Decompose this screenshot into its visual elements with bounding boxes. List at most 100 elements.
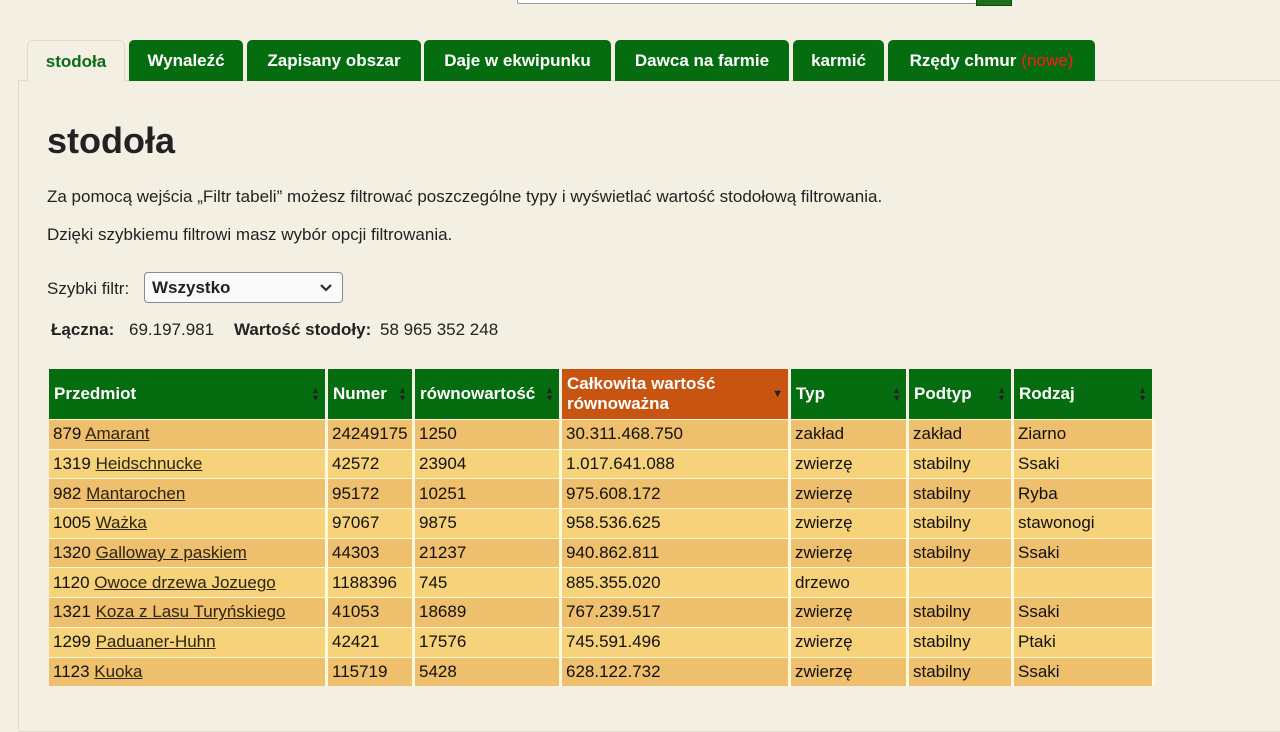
- cell-calkowita: 745.591.496: [562, 626, 791, 657]
- cell-podtyp: stabilny: [909, 656, 1014, 687]
- cell-typ: zakład: [791, 419, 909, 449]
- cell-numer: 41053: [328, 597, 415, 627]
- header-calkowita-wartosc[interactable]: Całkowita wartość równoważna ▼: [562, 369, 791, 419]
- cell-calkowita: 958.536.625: [562, 508, 791, 538]
- cell-numer: 1188396: [328, 567, 415, 598]
- header-rownowartosc[interactable]: równowartość ▲ ▼: [415, 369, 562, 419]
- table-row: 1123 Kuoka 115719 5428 628.122.732 zwierzę st…: [49, 656, 1155, 687]
- tab-stodola[interactable]: stodoła: [27, 40, 125, 82]
- item-id: 1005: [53, 513, 91, 533]
- cell-przedmiot: 982 Mantarochen: [49, 478, 328, 509]
- item-id: 879: [53, 424, 82, 444]
- cell-typ: zwierzę: [791, 508, 909, 538]
- item-link[interactable]: Koza z Lasu Turyńskiego: [96, 602, 286, 621]
- table-row: 1299 Paduaner-Huhn 42421 17576 745.591.496 z…: [49, 626, 1155, 657]
- sort-icon: ▲ ▼: [997, 385, 1006, 403]
- tab-label: Rzędy chmur: [909, 50, 1017, 70]
- cell-calkowita: 1.017.641.088: [562, 448, 791, 479]
- item-id: 1120: [53, 572, 90, 592]
- quick-filter-select[interactable]: Wszystko: [144, 272, 343, 303]
- cell-typ: zwierzę: [791, 656, 909, 687]
- cell-przedmiot: 879 Amarant: [49, 419, 328, 449]
- table-header-row: Przedmiot ▲ ▼ Numer ▲ ▼ równowartość ▲ ▼ Całko…: [49, 369, 1155, 419]
- sort-icon: ▲ ▼: [398, 385, 407, 403]
- table-row: 1321 Koza z Lasu Turyńskiego 41053 18689 76…: [49, 597, 1155, 627]
- quick-filter-value: Wszystko: [152, 277, 231, 297]
- cell-rodzaj: Ptaki: [1014, 626, 1155, 657]
- tab-rzedy-chmur[interactable]: Rzędy chmur (nowe): [888, 40, 1095, 81]
- header-typ[interactable]: Typ ▲ ▼: [791, 369, 909, 419]
- cell-rownowartosc: 1250: [415, 419, 562, 449]
- cell-przedmiot: 1123 Kuoka: [49, 656, 328, 687]
- cell-podtyp: [909, 567, 1014, 598]
- cell-rownowartosc: 5428: [415, 656, 562, 687]
- item-link[interactable]: Galloway z paskiem: [96, 543, 247, 562]
- header-rodzaj[interactable]: Rodzaj ▲ ▼: [1014, 369, 1155, 419]
- total-label: Łączna:: [51, 320, 115, 339]
- page-title: stodoła: [47, 120, 176, 161]
- cell-rownowartosc: 9875: [415, 508, 562, 538]
- cell-podtyp: stabilny: [909, 448, 1014, 479]
- tab-dawca-na-farmie[interactable]: Dawca na farmie: [615, 40, 789, 81]
- cell-podtyp: stabilny: [909, 537, 1014, 568]
- new-badge: (nowe): [1021, 50, 1074, 70]
- tab-wynalezc[interactable]: Wynaleźć: [129, 40, 243, 81]
- intro-text-2: Dzięki szybkiemu filtrowi masz wybór opc…: [47, 225, 453, 244]
- table-row: 1120 Owoce drzewa Jozuego 1188396 745 885.3…: [49, 567, 1155, 598]
- cell-typ: zwierzę: [791, 626, 909, 657]
- cell-typ: zwierzę: [791, 537, 909, 568]
- cell-typ: zwierzę: [791, 478, 909, 509]
- tab-zapisany-obszar[interactable]: Zapisany obszar: [247, 40, 421, 81]
- item-id: 1123: [53, 661, 90, 681]
- sort-icon: ▲ ▼: [1138, 385, 1147, 403]
- cell-rownowartosc: 745: [415, 567, 562, 598]
- cell-rodzaj: Ssaki: [1014, 656, 1155, 687]
- item-link[interactable]: Owoce drzewa Jozuego: [94, 573, 275, 592]
- cell-numer: 24249175: [328, 419, 415, 449]
- cell-calkowita: 30.311.468.750: [562, 419, 791, 449]
- item-link[interactable]: Kuoka: [94, 662, 142, 681]
- cell-calkowita: 975.608.172: [562, 478, 791, 509]
- barn-value-label: Wartość stodoły:: [234, 320, 372, 339]
- cell-podtyp: stabilny: [909, 626, 1014, 657]
- cell-rownowartosc: 18689: [415, 597, 562, 627]
- item-link[interactable]: Heidschnucke: [96, 454, 203, 473]
- cell-typ: zwierzę: [791, 448, 909, 479]
- total-value: 69.197.981: [129, 320, 215, 339]
- cell-przedmiot: 1321 Koza z Lasu Turyńskiego: [49, 597, 328, 627]
- item-link[interactable]: Amarant: [85, 424, 149, 443]
- item-link[interactable]: Mantarochen: [86, 484, 185, 503]
- tab-karmic[interactable]: karmić: [793, 40, 884, 81]
- tab-label: Wynaleźć: [147, 50, 225, 70]
- item-link[interactable]: Ważka: [96, 513, 147, 532]
- sort-icon: ▲ ▼: [892, 385, 901, 403]
- cell-calkowita: 628.122.732: [562, 656, 791, 687]
- header-podtyp[interactable]: Podtyp ▲ ▼: [909, 369, 1014, 419]
- cell-numer: 97067: [328, 508, 415, 538]
- sort-icon: ▲ ▼: [545, 385, 554, 403]
- cell-numer: 95172: [328, 478, 415, 509]
- sort-desc-icon: ▼: [772, 388, 783, 400]
- tab-label: Dawca na farmie: [634, 50, 770, 70]
- header-numer[interactable]: Numer ▲ ▼: [328, 369, 415, 419]
- header-przedmiot[interactable]: Przedmiot ▲ ▼: [49, 369, 328, 419]
- cell-podtyp: zakład: [909, 419, 1014, 449]
- tab-label: Zapisany obszar: [267, 50, 401, 70]
- cell-typ: drzewo: [791, 567, 909, 598]
- item-link[interactable]: Paduaner-Huhn: [96, 632, 216, 651]
- table-row: 879 Amarant 24249175 1250 30.311.468.750 zak…: [49, 419, 1155, 449]
- cell-przedmiot: 1120 Owoce drzewa Jozuego: [49, 567, 328, 598]
- cell-rodzaj: stawonogi: [1014, 508, 1155, 538]
- item-id: 1321: [53, 602, 91, 622]
- top-search-button[interactable]: [976, 0, 1012, 6]
- barn-value: 58 965 352 248: [380, 320, 499, 339]
- cell-numer: 42421: [328, 626, 415, 657]
- tab-daje-w-ekwipunku[interactable]: Daje w ekwipunku: [424, 40, 611, 81]
- cell-rownowartosc: 17576: [415, 626, 562, 657]
- top-search-input[interactable]: [517, 0, 977, 4]
- cell-rodzaj: Ryba: [1014, 478, 1155, 509]
- cell-rodzaj: [1014, 567, 1155, 598]
- cell-rownowartosc: 21237: [415, 537, 562, 568]
- intro-text-1: Za pomocą wejścia „Filtr tabeli” możesz …: [47, 187, 883, 206]
- tab-label: stodoła: [45, 51, 107, 71]
